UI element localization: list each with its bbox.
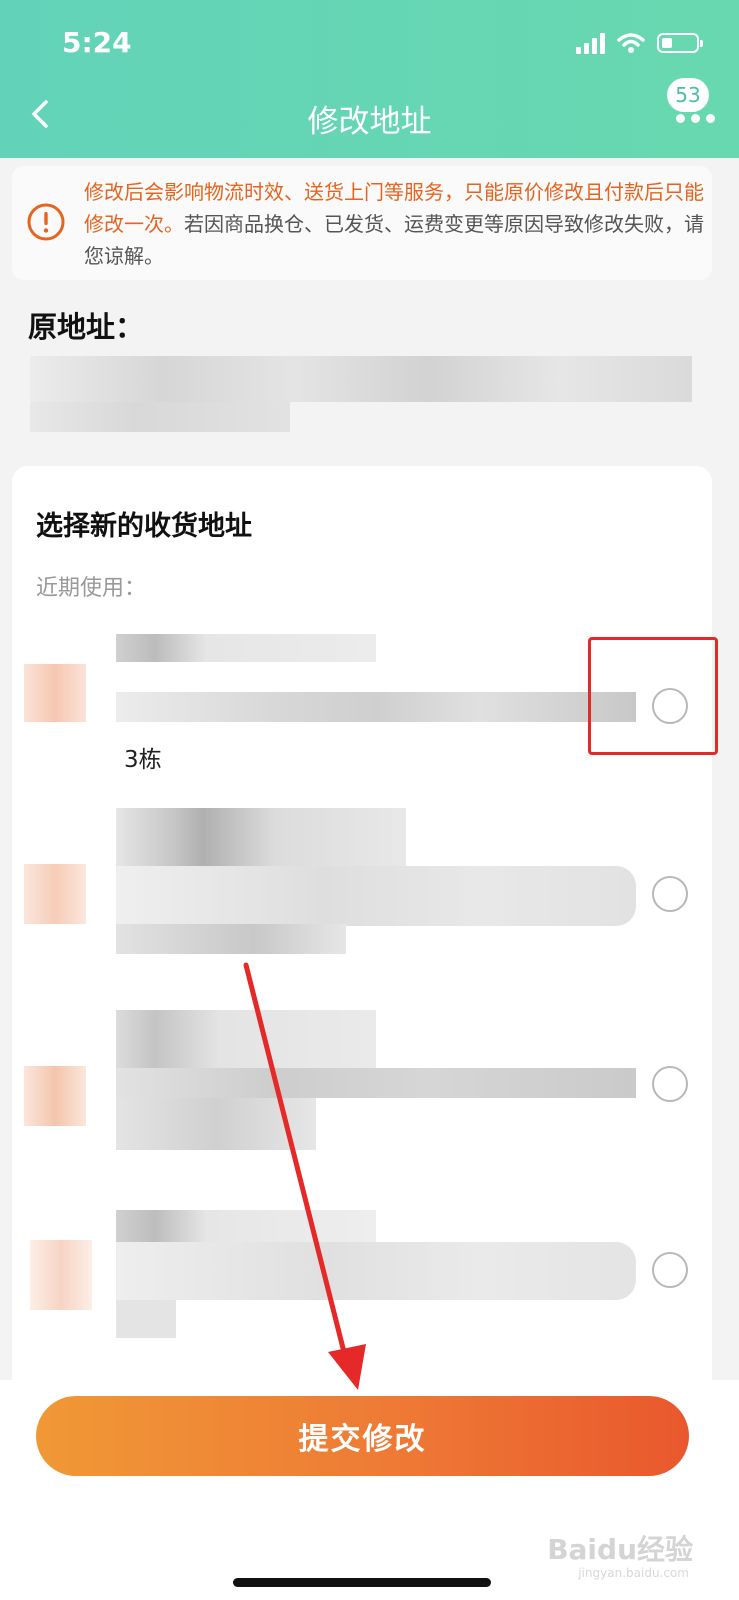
address-radio[interactable] [652, 1066, 688, 1102]
new-address-title: 选择新的收货地址 [36, 511, 252, 542]
info-icon [27, 203, 65, 241]
page-title: 修改地址 [307, 104, 432, 140]
address-name-blurred [116, 1210, 376, 1242]
address-name-blurred [116, 808, 406, 872]
status-icons [576, 30, 703, 56]
address-avatar-blurred [24, 1066, 86, 1126]
header-bar: 5:24 修改地址 53 [0, 0, 739, 158]
address-avatar-blurred [24, 664, 86, 722]
signal-icon [576, 32, 605, 54]
address-name-blurred [116, 634, 376, 662]
address-detail-blurred [116, 1068, 636, 1098]
address-name-blurred [116, 1010, 376, 1068]
address-detail-blurred [116, 692, 636, 722]
submit-button[interactable]: 提交修改 [36, 1396, 689, 1476]
address-item[interactable] [0, 800, 739, 960]
address-detail-blurred [116, 1242, 636, 1300]
address-suffix-text: 3栋 [124, 747, 162, 773]
wifi-icon [617, 33, 645, 53]
address-avatar-blurred [24, 864, 86, 924]
address-radio[interactable] [652, 1252, 688, 1288]
address-detail-blurred [116, 866, 636, 926]
address-detail2-blurred [116, 924, 346, 954]
notice-text: 修改后会影响物流时效、送货上门等服务，只能原价修改且付款后只能修改一次。若因商品… [84, 176, 706, 272]
original-address-blurred [30, 356, 692, 436]
status-time: 5:24 [62, 26, 132, 59]
home-indicator[interactable] [233, 1578, 491, 1587]
message-count-badge[interactable]: 53 [667, 78, 709, 112]
address-avatar-blurred [30, 1240, 92, 1310]
address-item[interactable] [0, 1180, 739, 1350]
battery-icon [657, 33, 703, 53]
recent-used-label: 近期使用： [36, 576, 147, 601]
address-detail2-blurred [116, 1098, 316, 1150]
annotation-highlight-box [588, 637, 718, 755]
more-dots-icon[interactable] [676, 114, 715, 123]
address-detail2-blurred [116, 1300, 176, 1338]
watermark-url: jingyan.baidu.com [578, 1566, 689, 1580]
address-item[interactable] [0, 1000, 739, 1160]
original-address-label: 原地址： [28, 310, 145, 344]
notice-banner: 修改后会影响物流时效、送货上门等服务，只能原价修改且付款后只能修改一次。若因商品… [12, 166, 712, 280]
watermark-logo: Baidu经验 [547, 1533, 693, 1566]
address-radio[interactable] [652, 876, 688, 912]
